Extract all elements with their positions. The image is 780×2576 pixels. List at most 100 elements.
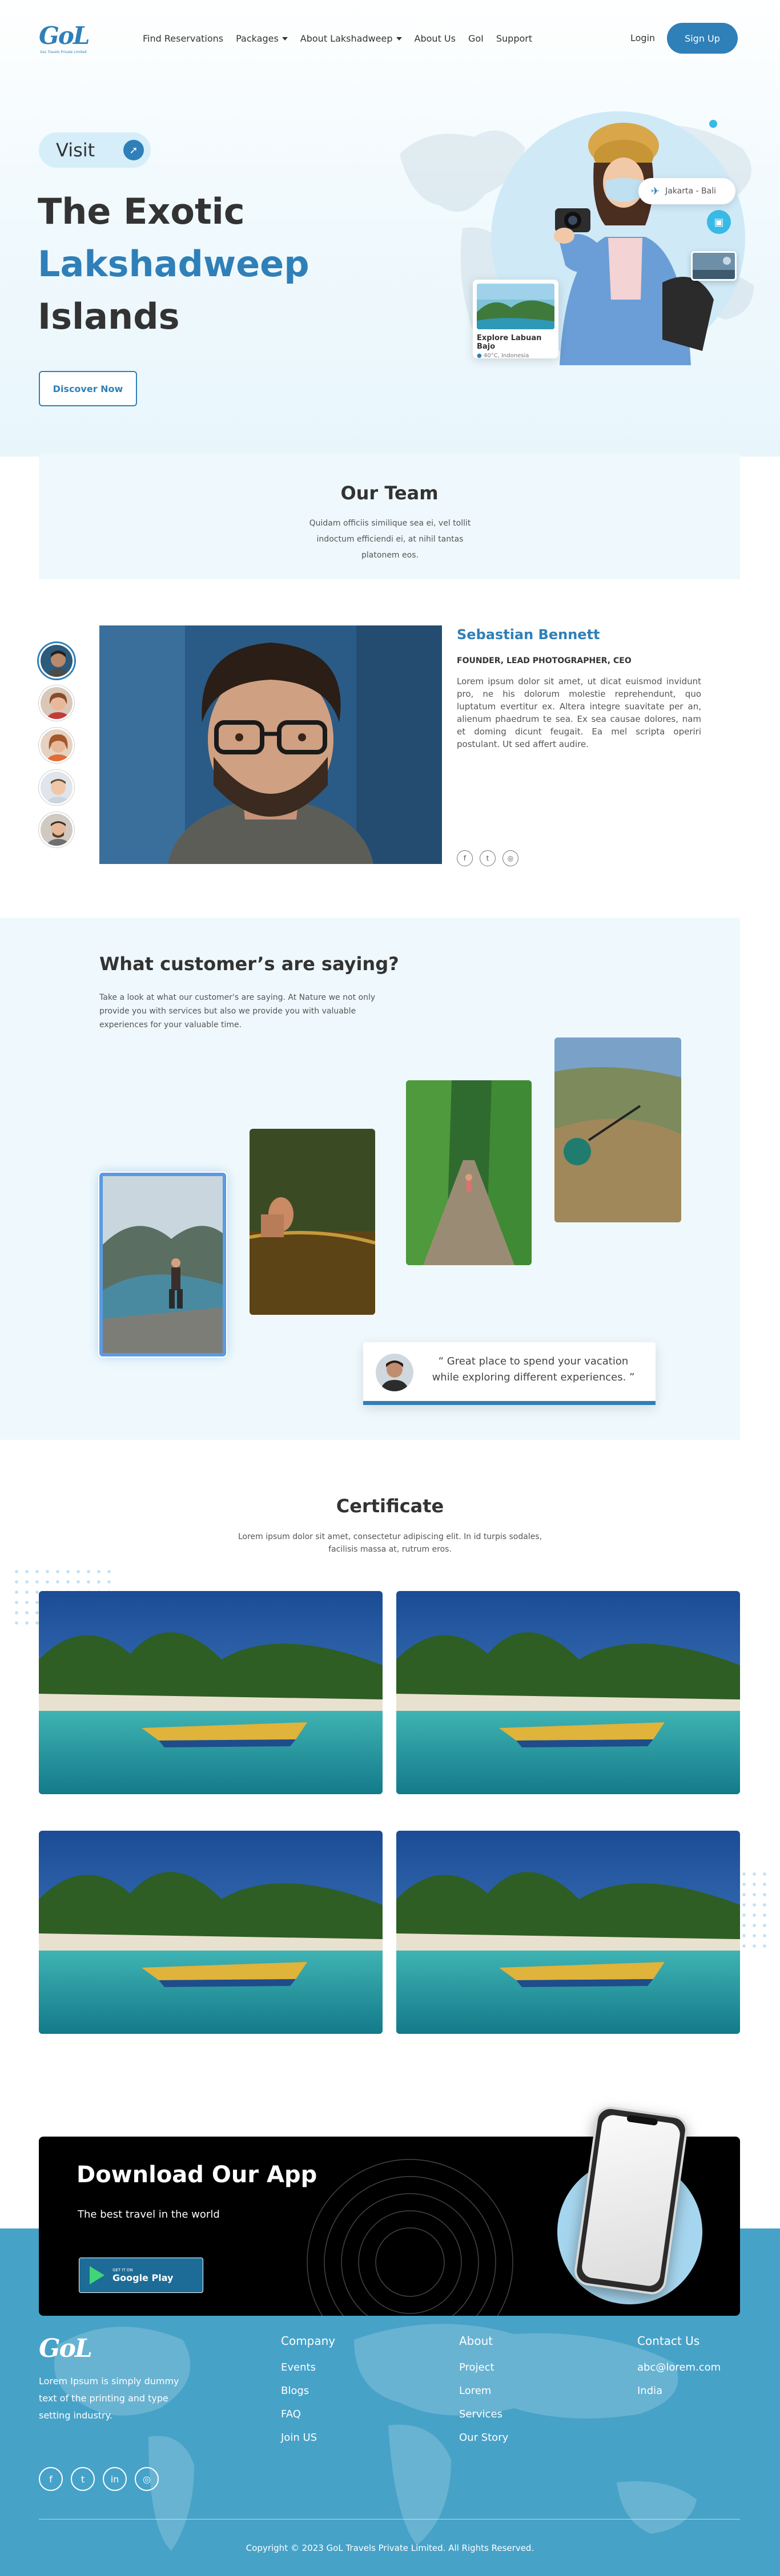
nav-packages[interactable]: Packages [236, 33, 288, 44]
hero-title: The Exotic Lakshadweep Islands [38, 185, 309, 343]
footer-contact-country: India [637, 2385, 663, 2397]
chevron-down-icon [282, 37, 288, 41]
google-play-small-text: GET IT ON [112, 2267, 133, 2272]
google-play-icon [90, 2266, 104, 2284]
team-avatar[interactable] [39, 770, 74, 805]
twitter-icon[interactable]: t [480, 850, 496, 866]
signup-button[interactable]: Sign Up [667, 23, 738, 54]
testimonial-card-selected[interactable] [99, 1173, 226, 1356]
discover-now-button[interactable]: Discover Now [39, 371, 137, 406]
app-title: Download Our App [77, 2162, 317, 2188]
footer-link-events[interactable]: Events [281, 2361, 335, 2373]
google-play-button[interactable]: GET IT ON Google Play [79, 2258, 203, 2293]
footer-link-blogs[interactable]: Blogs [281, 2385, 335, 2397]
certificate-image[interactable] [39, 1831, 383, 2034]
google-play-label: Google Play [112, 2272, 174, 2283]
footer-link-our-story[interactable]: Our Story [459, 2432, 508, 2444]
compass-icon: ➚ [123, 140, 144, 160]
brand-logo[interactable]: GoL GoL Travels Private Limited [39, 22, 102, 56]
copyright-text: Copyright © 2023 GoL Travels Private Lim… [246, 2543, 534, 2553]
footer-company-column: Company Events Blogs FAQ Join US [281, 2334, 335, 2455]
footer-divider [39, 2519, 740, 2520]
testimonial-card[interactable] [406, 1080, 532, 1265]
team-avatar[interactable] [39, 685, 74, 721]
facebook-icon[interactable]: f [457, 850, 473, 866]
team-avatar[interactable] [39, 728, 74, 763]
testimonials-subtitle: Take a look at what our customer's are s… [99, 993, 376, 1029]
decor-dot [709, 120, 717, 128]
page: GoL GoL Travels Private Limited Find Res… [0, 0, 780, 2576]
member-name: Sebastian Bennett [457, 627, 600, 643]
nav-links: Find Reservations Packages About Lakshad… [143, 33, 532, 44]
team-avatar[interactable] [39, 812, 74, 847]
member-social-links: f t ◎ [457, 850, 518, 866]
hero-title-line1: The Exotic [38, 191, 245, 232]
team-subtitle: Quidam officiis similique sea ei, vel to… [309, 519, 471, 560]
footer-contact-column: Contact Us abc@lorem.com India [637, 2334, 721, 2408]
testimonial-quote-card: “ Great place to spend your vacation whi… [363, 1342, 656, 1405]
hero-section: GoL GoL Travels Private Limited Find Res… [0, 0, 780, 457]
team-avatar-list [39, 643, 75, 854]
explore-card[interactable]: Explore Labuan Bajo ● 40°C, Indonesia [473, 280, 558, 359]
team-avatar[interactable] [39, 643, 74, 679]
footer-link-services[interactable]: Services [459, 2408, 508, 2420]
instagram-icon[interactable]: ◎ [135, 2467, 159, 2491]
linkedin-icon[interactable]: in [103, 2467, 127, 2491]
visit-label: Visit [56, 139, 95, 161]
member-photo [99, 625, 442, 864]
certificate-subtitle: Lorem ipsum dolor sit amet, consectetur … [238, 1532, 542, 1554]
nav-about-lakshadweep[interactable]: About Lakshadweep [300, 33, 402, 44]
footer-link-join-us[interactable]: Join US [281, 2432, 335, 2444]
facebook-icon[interactable]: f [39, 2467, 63, 2491]
explore-card-meta-text: 40°C, Indonesia [483, 353, 529, 359]
member-bio: Lorem ipsum dolor sit amet, ut dicat eui… [457, 676, 701, 749]
testimonials-title: What customer’s are saying? [99, 953, 399, 975]
certificate-image[interactable] [396, 1831, 740, 2034]
certificate-image[interactable] [396, 1591, 740, 1794]
footer-world-map-decoration [54, 2324, 697, 2551]
footer-contact-email[interactable]: abc@lorem.com [637, 2361, 721, 2373]
app-subtitle: The best travel in the world [78, 2208, 220, 2220]
explore-card-meta: ● 40°C, Indonesia [477, 353, 554, 359]
bus-icon: ▣ [707, 210, 731, 234]
hero-title-line3: Islands [38, 296, 180, 337]
footer-company-title: Company [281, 2334, 336, 2348]
nav-goi[interactable]: GoI [468, 33, 484, 44]
testimonial-card[interactable] [554, 1037, 681, 1222]
certificate-image[interactable] [39, 1591, 383, 1794]
footer-link-project[interactable]: Project [459, 2361, 508, 2373]
member-role: FOUNDER, LEAD PHOTOGRAPHER, CEO [457, 656, 632, 665]
testimonial-card[interactable] [250, 1129, 375, 1315]
airplane-icon: ✈ [651, 185, 660, 197]
route-label: Jakarta - Bali [665, 187, 716, 196]
footer-about-title: About [459, 2334, 493, 2348]
login-link[interactable]: Login [630, 33, 655, 43]
quote-accent-bar [363, 1401, 656, 1405]
footer-contact-title: Contact Us [637, 2334, 700, 2348]
footer-about-column: About Project Lorem Services Our Story [459, 2334, 508, 2455]
nav-find-reservations[interactable]: Find Reservations [143, 33, 223, 44]
chevron-down-icon [396, 37, 402, 41]
route-chip: ✈ Jakarta - Bali [638, 178, 735, 204]
hero-title-line2: Lakshadweep [38, 243, 309, 285]
visit-pill: Visit ➚ [39, 132, 151, 168]
team-title: Our Team [340, 482, 439, 504]
twitter-icon[interactable]: t [71, 2467, 95, 2491]
testimonials-section: What customer’s are saying? Take a look … [0, 918, 740, 1440]
testimonial-quote: “ Great place to spend your vacation whi… [432, 1355, 635, 1383]
instagram-icon[interactable]: ◎ [502, 850, 518, 866]
reviewer-avatar [376, 1354, 413, 1391]
footer-logo[interactable]: GoL [39, 2334, 93, 2363]
explore-card-title: Explore Labuan Bajo [477, 334, 542, 351]
top-nav: GoL GoL Travels Private Limited Find Res… [0, 0, 780, 77]
logo-tagline: GoL Travels Private Limited [40, 50, 87, 54]
explore-card-photo [477, 284, 554, 329]
footer-link-lorem[interactable]: Lorem [459, 2385, 508, 2397]
nav-about-us[interactable]: About Us [415, 33, 456, 44]
footer-link-faq[interactable]: FAQ [281, 2408, 335, 2420]
nav-packages-label: Packages [236, 33, 279, 44]
mini-travel-photo [691, 251, 737, 281]
certificate-title: Certificate [336, 1495, 444, 1517]
nav-support[interactable]: Support [496, 33, 532, 44]
footer-about-text: Lorem Ipsum is simply dummy text of the … [39, 2376, 179, 2421]
